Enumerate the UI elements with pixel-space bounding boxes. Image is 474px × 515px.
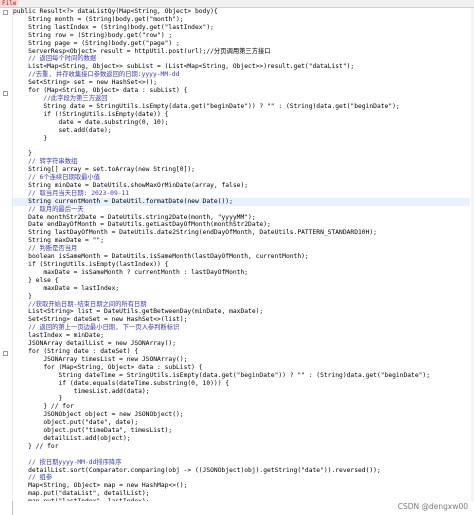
code-line[interactable]: timesList.add(data); bbox=[13, 388, 470, 396]
code-editor: File public Result<?> dataListQy(Map<Str… bbox=[0, 0, 474, 515]
code-line[interactable]: String month = (String)body.get("month")… bbox=[13, 16, 470, 24]
code-line[interactable]: String[] array = set.toArray(new String[… bbox=[13, 166, 470, 174]
code-line[interactable]: // 返回的第上一页边最小日期, 下一页入参判断标识 bbox=[13, 324, 470, 332]
code-line[interactable]: // 按日期yyyy-MM-dd排序降序 bbox=[13, 459, 470, 467]
code-line[interactable]: for (String date : dateSet) { bbox=[13, 348, 470, 356]
code-line[interactable]: // 取当月当天日期: 2023-09-11 bbox=[13, 190, 470, 198]
code-line[interactable]: List<String> list = DateUtils.getBetween… bbox=[13, 308, 470, 316]
code-line[interactable]: // 组参 bbox=[13, 474, 470, 482]
code-line[interactable]: } bbox=[13, 395, 470, 403]
code-line[interactable]: set.add(date); bbox=[13, 127, 470, 135]
code-line[interactable]: String page = (String)body.get("page") ; bbox=[13, 40, 470, 48]
code-line[interactable]: object.put("date", date); bbox=[13, 419, 470, 427]
code-line[interactable]: Map<String, Object> map = new HashMap<>(… bbox=[13, 482, 470, 490]
code-line[interactable]: lastIndex = minDate; bbox=[13, 332, 470, 340]
editor-tab-bar: File bbox=[0, 0, 474, 8]
line-gutter bbox=[0, 8, 13, 515]
code-line[interactable]: detailList.sort(Comparator.comparing(obj… bbox=[13, 467, 470, 475]
code-line[interactable]: if (date.equals(dateTime.substring(0, 10… bbox=[13, 380, 470, 388]
code-line[interactable]: maxDate = isSameMonth ? currentMonth : l… bbox=[13, 269, 470, 277]
fold-toggle-icon[interactable] bbox=[3, 10, 8, 15]
code-line[interactable]: String lastDayOfMonth = DateUtils.date2S… bbox=[13, 229, 470, 237]
code-line[interactable]: object.put("timeData", timesList); bbox=[13, 427, 470, 435]
code-line[interactable]: // 转字符串数组 bbox=[13, 158, 470, 166]
code-line[interactable]: //此字段为第三方返回 bbox=[13, 95, 470, 103]
code-line[interactable]: String row = (String)body.get("row") ; bbox=[13, 32, 470, 40]
code-line[interactable]: JSONArray detailList = new JSONArray(); bbox=[13, 340, 470, 348]
code-line[interactable]: Set<String> set = new HashSet<>(); bbox=[13, 79, 470, 87]
code-line[interactable]: if (!StringUtils.isEmpty(date)) { bbox=[13, 111, 470, 119]
code-line[interactable]: date = date.substring(0, 10); bbox=[13, 119, 470, 127]
gutter-divider bbox=[12, 501, 13, 515]
code-line[interactable]: public Result<?> dataListQy(Map<String, … bbox=[13, 8, 470, 16]
code-line[interactable]: } else { bbox=[13, 277, 470, 285]
code-line[interactable]: if (StringUtils.isEmpty(lastIndex)) { bbox=[13, 261, 470, 269]
code-line[interactable]: String dateTime = StringUtils.isEmpty(da… bbox=[13, 372, 470, 380]
code-line[interactable]: String minDate = DateUtils.showMaxOrMinD… bbox=[13, 182, 470, 190]
code-line[interactable]: maxDate = lastIndex; bbox=[13, 285, 470, 293]
code-line[interactable]: Date monthStr2Date = DateUtils.string2Da… bbox=[13, 214, 470, 222]
code-line[interactable]: for (Map<String, Object> data : subList)… bbox=[13, 87, 470, 95]
fold-toggle-icon[interactable] bbox=[3, 351, 8, 356]
code-line[interactable]: for (Map<String, Object> data : subList)… bbox=[13, 364, 470, 372]
code-line[interactable]: } // for bbox=[13, 403, 470, 411]
code-line[interactable] bbox=[13, 451, 470, 459]
code-line[interactable]: } bbox=[13, 135, 470, 143]
code-line[interactable]: } bbox=[13, 150, 470, 158]
fold-toggle-icon[interactable] bbox=[3, 91, 8, 96]
code-area[interactable]: public Result<?> dataListQy(Map<String, … bbox=[13, 8, 470, 501]
code-line[interactable]: String maxDate = ""; bbox=[13, 237, 470, 245]
code-line[interactable]: //获取开始日期-结束日期之间的所有日期 bbox=[13, 301, 470, 309]
code-line[interactable] bbox=[13, 142, 470, 150]
code-line[interactable]: //去重, 并存收集接口参数返回的日期:yyyy-MM-dd bbox=[13, 71, 470, 79]
code-line[interactable]: JSONObject object = new JSONObject(); bbox=[13, 411, 470, 419]
code-line[interactable]: // 取月的最后一天 bbox=[13, 206, 470, 214]
code-line[interactable]: map.put("lastIndex", lastIndex); bbox=[13, 498, 470, 501]
code-line[interactable]: // 6个连续日期取最小值 bbox=[13, 174, 470, 182]
code-line[interactable]: // 判断是否当月 bbox=[13, 245, 470, 253]
editor-tab[interactable]: File bbox=[0, 0, 19, 7]
code-line[interactable]: map.put("dataList", detailList); bbox=[13, 490, 470, 498]
code-line[interactable]: JSONArray timesList = new JSONArray(); bbox=[13, 356, 470, 364]
code-line[interactable]: boolean isSameMonth = DateUtils.isSameMo… bbox=[13, 253, 470, 261]
code-line[interactable]: detailList.add(object); bbox=[13, 435, 470, 443]
code-line[interactable]: } bbox=[13, 293, 470, 301]
code-line[interactable]: Date endDayOfMonth = DateUtils.getLastDa… bbox=[13, 221, 470, 229]
code-line[interactable]: } // for bbox=[13, 443, 470, 451]
code-line[interactable]: String currentMonth = DateUtil.formatDat… bbox=[13, 197, 470, 206]
code-line[interactable]: String lastIndex = (String)body.get("las… bbox=[13, 24, 470, 32]
code-line[interactable]: // 返回每个时间的数据 bbox=[13, 55, 470, 63]
code-line[interactable]: String date = StringUtils.isEmpty(data.g… bbox=[13, 103, 470, 111]
watermark: CSDN @dengxw00 bbox=[397, 502, 468, 512]
